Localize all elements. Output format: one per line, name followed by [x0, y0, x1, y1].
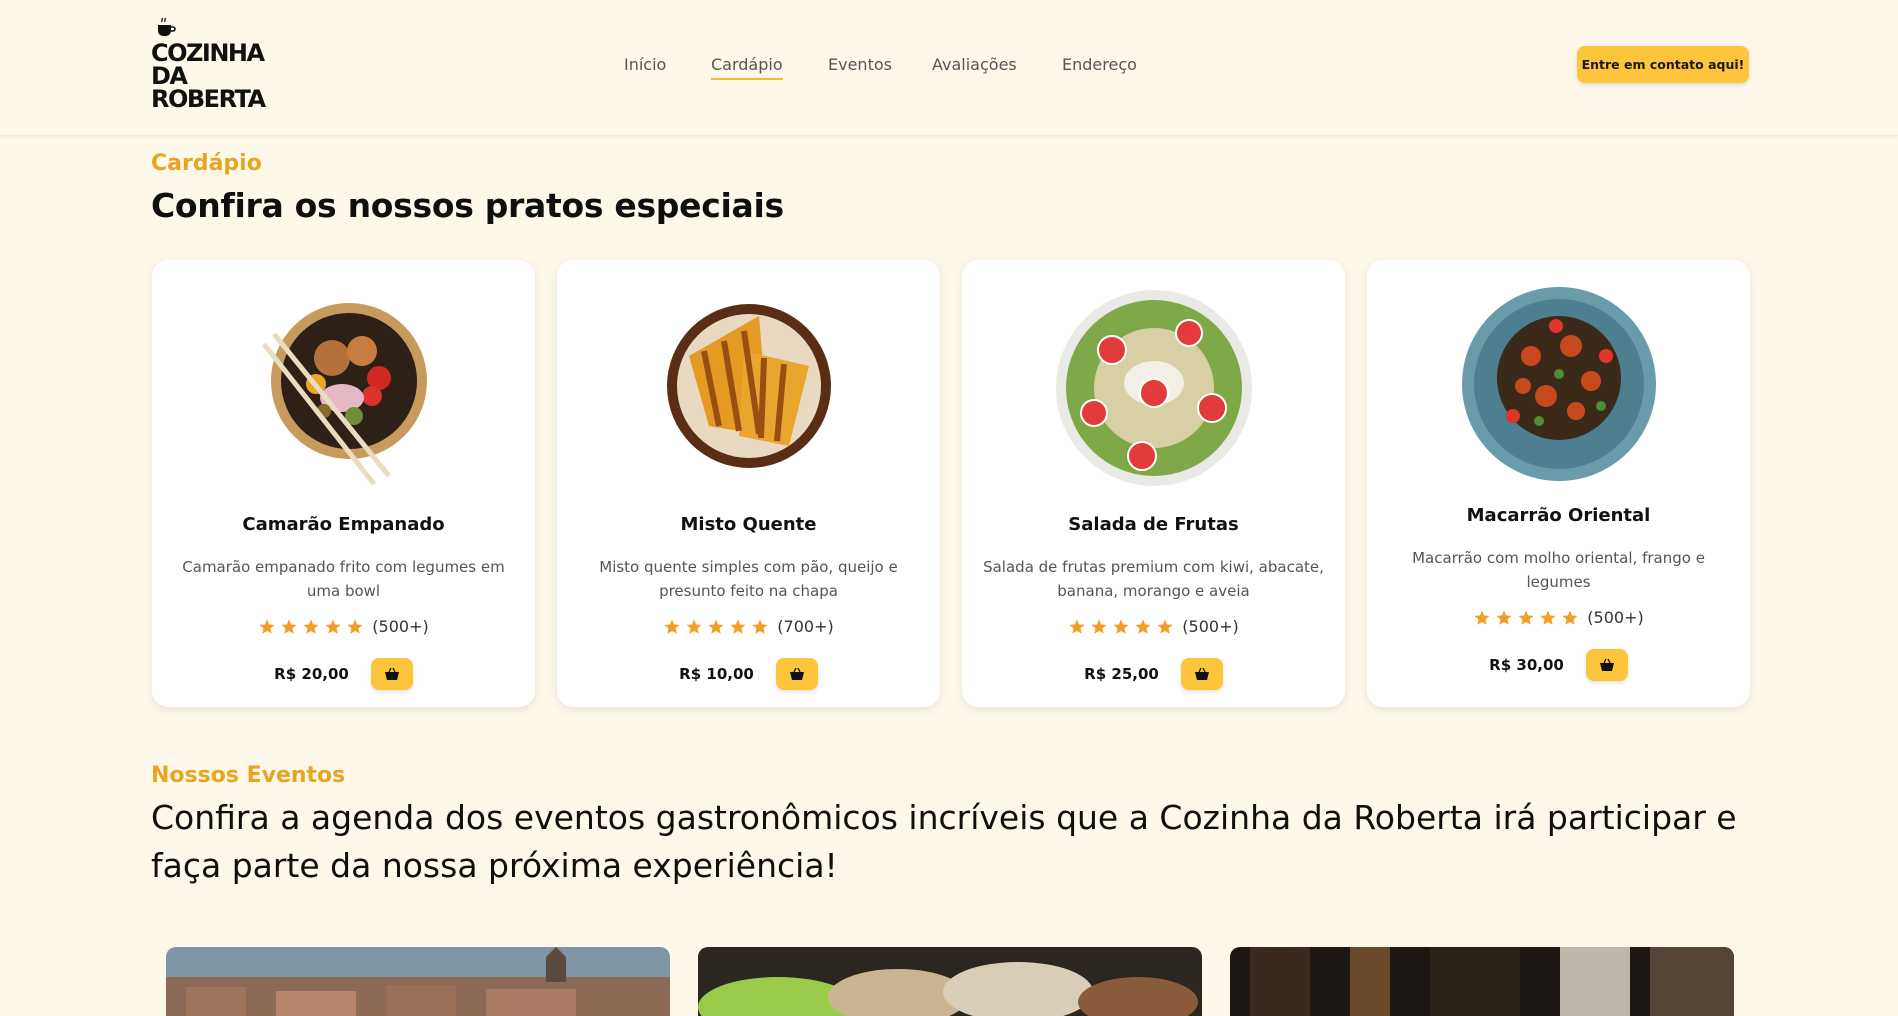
dish-name: Misto Quente — [680, 514, 817, 535]
dish-price: R$ 25,00 — [1084, 665, 1159, 683]
star-icon — [752, 619, 768, 634]
price-row: R$ 30,00 — [1367, 649, 1750, 681]
dish-name: Macarrão Oriental — [1466, 505, 1651, 526]
menu-card: Misto Quente Misto quente simples com pã… — [557, 260, 940, 707]
event-image-city[interactable] — [166, 947, 670, 1016]
basket-icon — [384, 668, 399, 680]
rating: (500+) — [1367, 608, 1750, 627]
rating-count: (500+) — [1587, 608, 1644, 627]
star-icon — [1135, 619, 1151, 634]
menu-title: Confira os nossos pratos especiais — [151, 186, 784, 225]
menu-card: Camarão Empanado Camarão empanado frito … — [152, 260, 535, 707]
menu-card: Macarrão Oriental Macarrão com molho ori… — [1367, 260, 1750, 707]
brand-line-3: ROBERTA — [151, 85, 266, 113]
menu-card: Salada de Frutas Salada de frutas premiu… — [962, 260, 1345, 707]
event-image-buffet[interactable] — [698, 947, 1202, 1016]
star-icon — [259, 619, 275, 634]
add-to-cart-button[interactable] — [1180, 658, 1223, 690]
star-icon — [1474, 610, 1490, 625]
dish-image-macarrao — [1461, 286, 1657, 482]
dish-image-misto — [649, 286, 849, 486]
star-icon — [1113, 619, 1129, 634]
rating-count: (700+) — [777, 617, 834, 636]
add-to-cart-button[interactable] — [775, 658, 818, 690]
star-icon — [1496, 610, 1512, 625]
star-icon — [325, 619, 341, 634]
star-icon — [1562, 610, 1578, 625]
dish-description: Macarrão com molho oriental, frango e le… — [1412, 549, 1705, 591]
events-eyebrow: Nossos Eventos — [151, 763, 346, 788]
star-icon — [1518, 610, 1534, 625]
dish-description: Camarão empanado frito com legumes em um… — [182, 558, 505, 600]
nav-item-endereco[interactable]: Endereço — [1062, 55, 1137, 78]
rating: (500+) — [152, 617, 535, 636]
site-header: COZINHA DA ROBERTA Início Cardápio Event… — [0, 0, 1898, 136]
star-icon — [1157, 619, 1173, 634]
dish-image-camarao — [244, 286, 444, 486]
star-icon — [1091, 619, 1107, 634]
basket-icon — [1599, 659, 1614, 671]
star-icon — [664, 619, 680, 634]
add-to-cart-button[interactable] — [370, 658, 413, 690]
price-row: R$ 10,00 — [557, 658, 940, 690]
dish-price: R$ 20,00 — [274, 665, 349, 683]
star-icon — [281, 619, 297, 634]
star-icon — [708, 619, 724, 634]
dish-description: Salada de frutas premium com kiwi, abaca… — [983, 558, 1324, 600]
price-row: R$ 25,00 — [962, 658, 1345, 690]
brand-logo[interactable]: COZINHA DA ROBERTA — [151, 16, 281, 112]
basket-icon — [789, 668, 804, 680]
menu-eyebrow: Cardápio — [151, 151, 262, 176]
star-icon — [1540, 610, 1556, 625]
dish-description: Misto quente simples com pão, queijo e p… — [599, 558, 898, 600]
add-to-cart-button[interactable] — [1585, 649, 1628, 681]
rating-count: (500+) — [1182, 617, 1239, 636]
rating-count: (500+) — [372, 617, 429, 636]
event-image-restaurant[interactable] — [1230, 947, 1734, 1016]
price-row: R$ 20,00 — [152, 658, 535, 690]
rating: (500+) — [962, 617, 1345, 636]
events-title: Confira a agenda dos eventos gastronômic… — [151, 798, 1737, 885]
rating: (700+) — [557, 617, 940, 636]
dish-name: Camarão Empanado — [242, 514, 445, 535]
nav-item-eventos[interactable]: Eventos — [828, 55, 892, 78]
dish-price: R$ 30,00 — [1489, 656, 1564, 674]
nav-item-cardapio[interactable]: Cardápio — [711, 55, 783, 80]
star-icon — [1069, 619, 1085, 634]
basket-icon — [1194, 668, 1209, 680]
star-icon — [730, 619, 746, 634]
star-icon — [347, 619, 363, 634]
contact-button[interactable]: Entre em contato aqui! — [1577, 46, 1749, 83]
star-icon — [686, 619, 702, 634]
dish-name: Salada de Frutas — [1068, 514, 1239, 535]
dish-price: R$ 10,00 — [679, 665, 754, 683]
nav-item-avaliacoes[interactable]: Avaliações — [932, 55, 1017, 78]
nav-item-inicio[interactable]: Início — [624, 55, 666, 78]
dish-image-salada — [1054, 288, 1254, 488]
star-icon — [303, 619, 319, 634]
